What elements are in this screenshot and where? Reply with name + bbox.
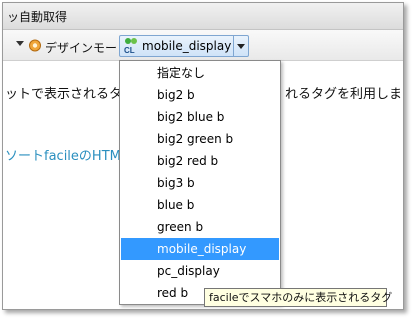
panel-title: ッ自動取得 <box>7 10 68 24</box>
content-text-right: れるタグを利用します <box>285 87 404 102</box>
dropdown-option[interactable]: big2 green b <box>121 128 279 150</box>
design-mode-icon[interactable] <box>28 39 42 52</box>
toolbar: デザインモード CL mobile_display <box>3 30 403 61</box>
style-select-value: mobile_display <box>142 39 232 53</box>
cl-style-icon: CL <box>123 37 141 55</box>
dropdown-option[interactable]: 指定なし <box>121 62 279 84</box>
chevron-down-icon[interactable] <box>16 41 24 46</box>
dropdown-option[interactable]: pc_display <box>121 260 279 282</box>
design-mode-button[interactable]: デザインモード <box>45 39 129 56</box>
app-window: ッ自動取得 デザインモード CL mobile_display ットで表示される… <box>2 2 404 310</box>
content-text-left: ットで表示されるタグ <box>5 87 136 102</box>
style-dropdown-list: 指定なし big2 b big2 blue b big2 green b big… <box>119 60 281 305</box>
style-select[interactable]: CL mobile_display <box>119 35 249 57</box>
content-link[interactable]: ソートfacileのHTML <box>5 145 128 164</box>
dropdown-option-selected[interactable]: mobile_display <box>121 238 279 260</box>
tooltip: facileでスマホのみに表示されるタグ <box>204 288 392 307</box>
cl-icon-text: CL <box>124 46 135 55</box>
dropdown-toggle-button[interactable] <box>233 36 248 56</box>
dropdown-option[interactable]: big2 red b <box>121 150 279 172</box>
dropdown-option[interactable]: big3 b <box>121 172 279 194</box>
panel-header: ッ自動取得 <box>3 3 403 30</box>
dropdown-option[interactable]: big2 blue b <box>121 106 279 128</box>
dropdown-option[interactable]: blue b <box>121 194 279 216</box>
dropdown-option[interactable]: big2 b <box>121 84 279 106</box>
dropdown-option[interactable]: green b <box>121 216 279 238</box>
